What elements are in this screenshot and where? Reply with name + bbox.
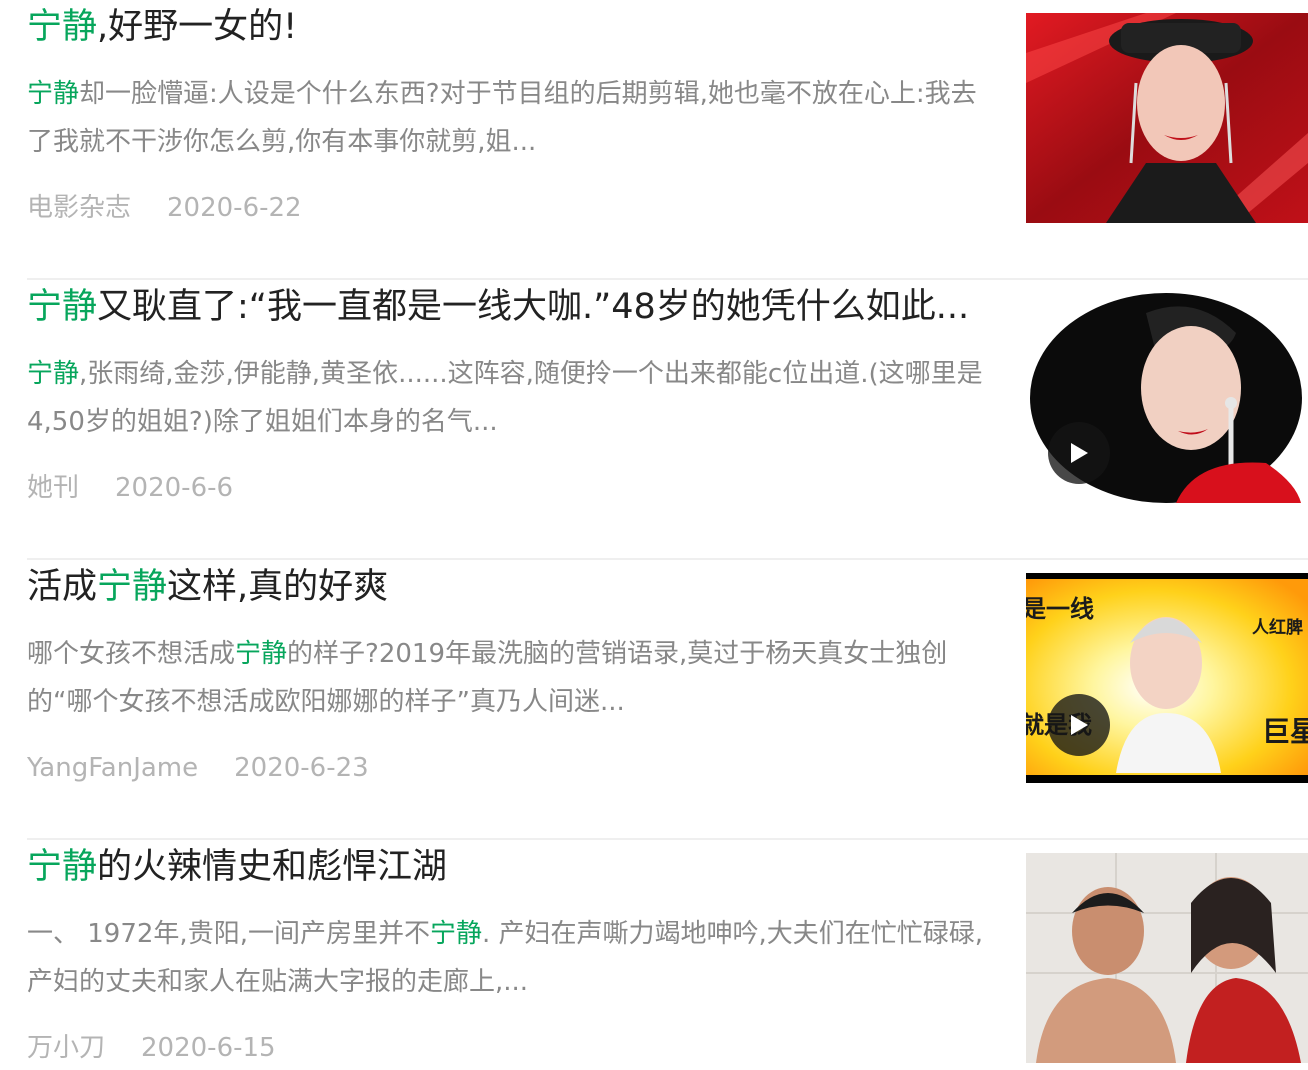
article-thumbnail[interactable]: [1026, 13, 1308, 223]
play-icon: [1071, 715, 1088, 735]
play-button[interactable]: [1048, 422, 1110, 484]
svg-text:是一线: 是一线: [1026, 595, 1094, 623]
article-item[interactable]: 宁静又耿直了:“我一直都是一线大咖.”48岁的她凭什么如此... 宁静,张雨绮,…: [0, 280, 1308, 560]
article-date: 2020-6-15: [141, 1033, 276, 1063]
article-date: 2020-6-22: [167, 193, 302, 223]
article-title[interactable]: 宁静,好野一女的!: [27, 2, 982, 52]
article-summary: 哪个女孩不想活成宁静的样子?2019年最洗脑的营销语录,莫过于杨天真女士独创的“…: [27, 639, 948, 717]
article-title[interactable]: 宁静又耿直了:“我一直都是一线大咖.”48岁的她凭什么如此...: [27, 282, 982, 332]
article-thumbnail[interactable]: [1026, 853, 1308, 1063]
article-summary: 宁静,张雨绮,金莎,伊能静,黄圣依......这阵容,随便拎一个出来都能c位出道…: [27, 359, 983, 437]
article-source: YangFanJame: [27, 753, 199, 783]
play-icon: [1071, 443, 1088, 463]
woman-red-hat-image: [1026, 13, 1308, 223]
svg-text:人红脾: 人红脾: [1252, 617, 1303, 638]
article-item[interactable]: 宁静,好野一女的! 宁静却一脸懵逼:人设是个什么东西?对于节目组的后期剪辑,她也…: [0, 0, 1308, 280]
article-item[interactable]: 宁静的火辣情史和彪悍江湖 一、 1972年,贵阳,一间产房里并不宁静. 产妇在声…: [0, 840, 1308, 1070]
article-title[interactable]: 宁静的火辣情史和彪悍江湖: [27, 842, 982, 892]
article-title[interactable]: 活成宁静这样,真的好爽: [27, 562, 982, 612]
article-source: 万小刀: [27, 1033, 106, 1063]
article-meta: 她刊 2020-6-6: [27, 470, 233, 506]
article-summary: 宁静却一脸懵逼:人设是个什么东西?对于节目组的后期剪辑,她也毫不放在心上:我去了…: [27, 79, 977, 157]
article-item[interactable]: 活成宁静这样,真的好爽 哪个女孩不想活成宁静的样子?2019年最洗脑的营销语录,…: [0, 560, 1308, 840]
article-date: 2020-6-23: [234, 753, 369, 783]
article-meta: 万小刀 2020-6-15: [27, 1030, 276, 1066]
article-source: 电影杂志: [27, 193, 132, 223]
article-meta: 电影杂志 2020-6-22: [27, 190, 302, 226]
article-summary: 一、 1972年,贵阳,一间产房里并不宁静. 产妇在声嘶力竭地呻吟,大夫们在忙忙…: [27, 919, 984, 997]
article-source: 她刊: [27, 473, 80, 503]
article-date: 2020-6-6: [115, 473, 234, 503]
article-meta: YangFanJame 2020-6-23: [27, 750, 369, 786]
svg-text:巨星: 巨星: [1262, 715, 1308, 748]
play-button[interactable]: [1048, 694, 1110, 756]
movie-still-image: [1026, 853, 1308, 1063]
